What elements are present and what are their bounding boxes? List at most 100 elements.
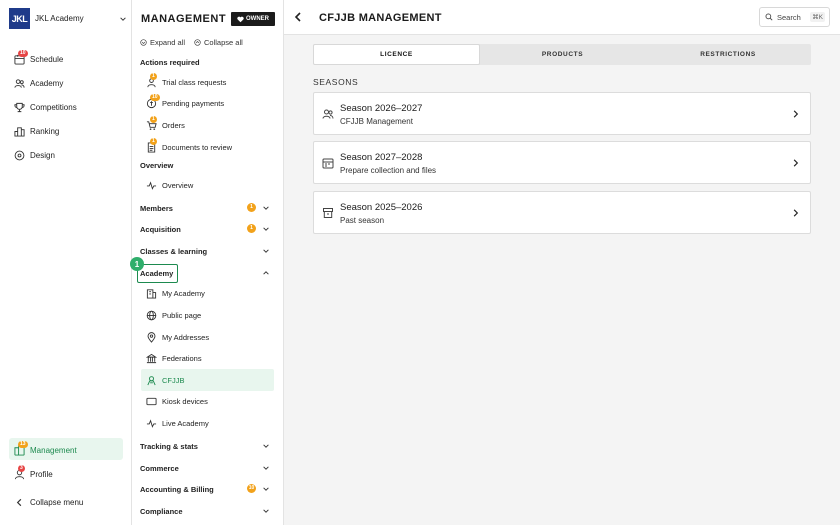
menu-item-trial-requests[interactable]: 1 Trial class requests <box>146 72 274 89</box>
menu-item-cfjjb[interactable]: CFJJB <box>146 373 274 387</box>
menu-item-live-academy[interactable]: Live Academy <box>146 416 274 430</box>
globe-icon <box>146 310 157 321</box>
season-card[interactable]: Season 2026–2027 CFJJB Management <box>313 92 811 135</box>
group-label: Compliance <box>140 506 183 516</box>
season-card[interactable]: Season 2025–2026 Past season <box>313 191 811 234</box>
season-title: Season 2025–2026 <box>340 202 423 213</box>
group-label: Commerce <box>140 463 179 473</box>
item-badge: 10 <box>150 93 160 101</box>
group-badge: 1 <box>247 224 256 233</box>
tab-products[interactable]: PRODUCTS <box>480 44 645 65</box>
org-switcher[interactable]: JKL JKL Academy <box>9 8 127 29</box>
nav-ranking[interactable]: Ranking <box>14 124 59 138</box>
top-bar: CFJJB MANAGEMENT Search ⌘K <box>284 0 840 35</box>
nav-label: Schedule <box>30 54 64 64</box>
item-label: Pending payments <box>162 98 225 108</box>
menu-item-my-academy[interactable]: My Academy <box>146 286 274 300</box>
seasons-heading: SEASONS <box>313 77 359 87</box>
document-icon: 1 <box>146 137 157 153</box>
tab-licence[interactable]: LICENCE <box>313 44 480 65</box>
group-label: Acquisition <box>140 224 181 234</box>
chevron-down-icon <box>263 509 269 513</box>
chevron-down-icon <box>263 249 269 253</box>
menu-item-overview[interactable]: Overview <box>146 178 274 192</box>
owner-badge: OWNER <box>231 12 275 26</box>
management-badge: 13 <box>18 440 28 448</box>
item-badge: 1 <box>150 72 157 80</box>
nav-management[interactable]: 13 Management <box>14 440 77 457</box>
org-name: JKL Academy <box>35 14 84 23</box>
trial-class-icon: 1 <box>146 72 157 88</box>
cfjjb-icon <box>146 375 157 386</box>
tablet-icon <box>146 396 157 407</box>
nav-academy[interactable]: Academy <box>14 76 63 90</box>
calendar-icon <box>322 158 334 169</box>
podium-icon <box>14 126 25 137</box>
group-commerce[interactable]: Commerce <box>140 461 270 475</box>
item-label: Kiosk devices <box>162 396 208 406</box>
app-root: JKL JKL Academy 10 Schedule Academy Comp… <box>0 0 840 525</box>
nav-profile[interactable]: 3 Profile <box>14 464 53 481</box>
item-label: Federations <box>162 353 202 363</box>
collapse-all-button[interactable]: Collapse all <box>194 38 243 47</box>
group-tracking[interactable]: Tracking & stats <box>140 439 270 453</box>
nav-label: Management <box>30 445 77 455</box>
group-academy[interactable]: Academy <box>140 266 270 280</box>
group-classes[interactable]: Classes & learning <box>140 244 270 258</box>
palette-icon <box>14 150 25 161</box>
group-acquisition[interactable]: Acquisition 1 <box>140 222 270 236</box>
users-icon <box>322 109 334 119</box>
nav-design[interactable]: Design <box>14 148 55 162</box>
menu-item-orders[interactable]: 1 Orders <box>146 115 274 132</box>
expand-all-button[interactable]: Expand all <box>140 38 185 47</box>
nav-label: Design <box>30 150 55 160</box>
menu-item-documents[interactable]: 1 Documents to review <box>146 137 274 154</box>
item-label: My Academy <box>162 288 205 298</box>
page-title: CFJJB MANAGEMENT <box>319 12 442 24</box>
menu-item-pending-payments[interactable]: 10 Pending payments <box>146 93 274 110</box>
chevron-left-icon <box>14 497 25 508</box>
back-arrow-icon[interactable] <box>292 11 304 23</box>
federation-icon <box>146 353 157 364</box>
nav-label: Competitions <box>30 102 77 112</box>
nav-schedule[interactable]: 10 Schedule <box>14 49 64 66</box>
chevron-down-icon <box>263 444 269 448</box>
tab-restrictions[interactable]: RESTRICTIONS <box>645 44 811 65</box>
actions-required-heading: Actions required <box>140 58 200 67</box>
season-subtitle: CFJJB Management <box>340 117 413 126</box>
chevron-right-icon <box>793 110 799 118</box>
group-members[interactable]: Members 1 <box>140 201 270 215</box>
left-nav: JKL JKL Academy 10 Schedule Academy Comp… <box>0 0 132 525</box>
menu-item-federations[interactable]: Federations <box>146 351 274 365</box>
nav-label: Ranking <box>30 126 60 136</box>
group-compliance[interactable]: Compliance <box>140 504 270 518</box>
item-label: CFJJB <box>162 375 185 385</box>
nav-competitions[interactable]: Competitions <box>14 100 77 114</box>
group-label: Members <box>140 203 173 213</box>
group-badge: 1 <box>247 203 256 212</box>
group-label: Accounting & Billing <box>140 484 214 494</box>
chevron-down-icon <box>263 227 269 231</box>
item-label: Public page <box>162 310 202 320</box>
collapse-icon <box>194 39 201 46</box>
item-badge: 1 <box>150 115 157 123</box>
season-card[interactable]: Season 2027–2028 Prepare collection and … <box>313 141 811 184</box>
group-label: Academy <box>140 268 174 278</box>
menu-item-public-page[interactable]: Public page <box>146 308 274 322</box>
season-subtitle: Past season <box>340 216 385 225</box>
chevron-down-icon <box>263 206 269 210</box>
search-icon <box>765 13 773 21</box>
chevron-right-icon <box>793 209 799 217</box>
menu-item-my-addresses[interactable]: My Addresses <box>146 330 274 344</box>
schedule-badge: 10 <box>18 49 28 57</box>
collapse-all-label: Collapse all <box>204 38 243 47</box>
season-title: Season 2027–2028 <box>340 152 423 163</box>
item-badge: 1 <box>150 137 157 145</box>
profile-badge: 3 <box>18 464 25 472</box>
menu-title: MANAGEMENT <box>141 13 227 25</box>
expand-icon <box>140 39 147 46</box>
collapse-menu-button[interactable]: Collapse menu <box>14 495 83 509</box>
group-accounting[interactable]: Accounting & Billing 10 <box>140 482 270 496</box>
menu-item-kiosk-devices[interactable]: Kiosk devices <box>146 394 274 408</box>
search-button[interactable]: Search ⌘K <box>759 7 830 27</box>
